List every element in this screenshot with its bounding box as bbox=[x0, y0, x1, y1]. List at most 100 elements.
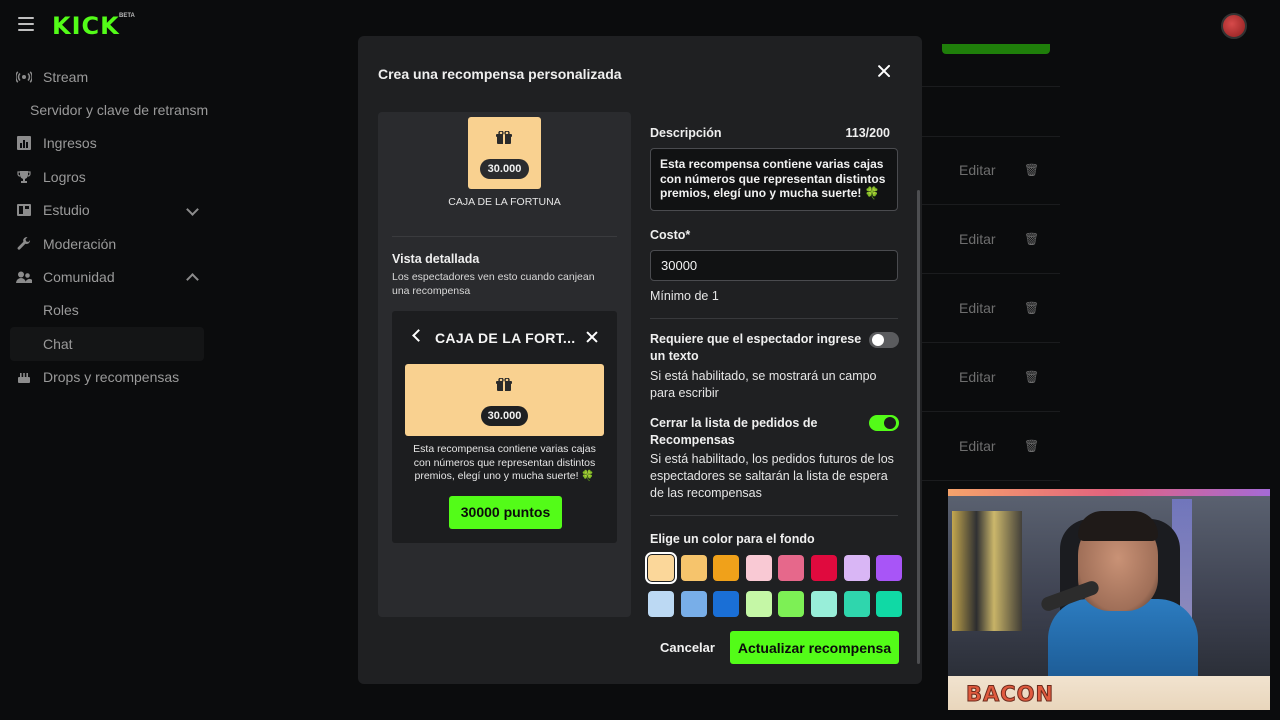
color-swatch[interactable] bbox=[745, 555, 772, 581]
color-swatch[interactable] bbox=[778, 555, 805, 581]
trash-icon[interactable]: 🗑 bbox=[1024, 370, 1039, 384]
require-text-toggle[interactable] bbox=[869, 332, 899, 348]
sidebar-item-chat[interactable]: Chat bbox=[10, 327, 204, 361]
color-swatch[interactable] bbox=[713, 555, 740, 581]
sidebar-item-ingresos[interactable]: Ingresos bbox=[0, 127, 215, 160]
reward-banner: 30.000 bbox=[405, 364, 604, 436]
chevron-left-icon bbox=[412, 329, 425, 342]
divider bbox=[920, 342, 1060, 343]
kick-logo[interactable]: KICK bbox=[52, 12, 120, 40]
reward-row: Editar 🗑 bbox=[920, 417, 1050, 477]
cost-badge: 30.000 bbox=[480, 159, 529, 179]
divider bbox=[920, 273, 1060, 274]
gift-box-icon bbox=[496, 377, 512, 396]
app-root: KICK BETA Stream Servidor y clave de ret… bbox=[0, 0, 1280, 720]
cancel-button[interactable]: Cancelar bbox=[653, 631, 722, 664]
edit-button[interactable]: Editar bbox=[959, 231, 996, 247]
redeem-points-button: 30000 puntos bbox=[449, 496, 562, 529]
detail-description: Esta recompensa contiene varias cajas co… bbox=[413, 443, 596, 482]
cake-icon bbox=[16, 369, 32, 385]
reward-row: Editar 🗑 bbox=[920, 210, 1050, 270]
color-swatch[interactable] bbox=[680, 591, 707, 617]
update-reward-button[interactable]: Actualizar recompensa bbox=[730, 631, 899, 664]
divider bbox=[920, 411, 1060, 412]
sidebar-item-label: Drops y recompensas bbox=[43, 369, 180, 386]
divider bbox=[650, 515, 898, 516]
broadcast-icon bbox=[16, 69, 32, 85]
trash-icon[interactable]: 🗑 bbox=[1024, 301, 1039, 315]
color-swatch[interactable] bbox=[645, 552, 677, 584]
color-swatch[interactable] bbox=[843, 591, 870, 617]
chevron-up-icon[interactable] bbox=[186, 273, 199, 287]
sidebar-item-moderacion[interactable]: Moderación bbox=[0, 227, 215, 260]
sidebar-item-drops[interactable]: Drops y recompensas bbox=[0, 361, 215, 394]
cost-label: Costo* bbox=[650, 228, 691, 242]
sidebar-item-roles[interactable]: Roles bbox=[0, 294, 215, 327]
trash-icon[interactable]: 🗑 bbox=[1024, 439, 1039, 453]
menu-icon[interactable] bbox=[18, 17, 34, 31]
require-text-hint: Si está habilitado, se mostrará un campo… bbox=[650, 369, 877, 400]
close-icon[interactable] bbox=[877, 64, 891, 78]
sidebar-item-logros[interactable]: Logros bbox=[0, 160, 215, 193]
reward-name-preview: CAJA DE LA FORTUNA bbox=[448, 196, 561, 208]
sidebar-item-server-key[interactable]: Servidor y clave de retransm bbox=[0, 93, 215, 126]
sidebar-item-comunidad[interactable]: Comunidad bbox=[0, 260, 215, 293]
scrollbar[interactable] bbox=[917, 190, 920, 664]
modal-title: Crea una recompensa personalizada bbox=[378, 66, 622, 82]
color-label: Elige un color para el fondo bbox=[650, 532, 815, 546]
skip-queue-label: Cerrar la lista de pedidos de Recompensa… bbox=[650, 416, 818, 447]
edit-button[interactable]: Editar bbox=[959, 369, 996, 385]
reward-preview-panel: 30.000 CAJA DE LA FORTUNA Vista detallad… bbox=[378, 112, 631, 617]
edit-button[interactable]: Editar bbox=[959, 300, 996, 316]
trophy-icon bbox=[16, 169, 32, 185]
trash-icon[interactable]: 🗑 bbox=[1024, 232, 1039, 246]
trash-icon[interactable]: 🗑 bbox=[1024, 163, 1039, 177]
sidebar-item-label: Moderación bbox=[43, 235, 117, 252]
description-char-counter: 113/200 bbox=[845, 126, 891, 140]
edit-button[interactable]: Editar bbox=[959, 162, 996, 178]
webcam-shirts bbox=[952, 511, 1022, 631]
edit-button[interactable]: Editar bbox=[959, 438, 996, 454]
sidebar-item-label: Estudio bbox=[43, 202, 90, 219]
color-swatch[interactable] bbox=[745, 591, 772, 617]
reward-row: Editar 🗑 bbox=[920, 348, 1050, 408]
color-swatch[interactable] bbox=[778, 591, 805, 617]
user-avatar[interactable] bbox=[1221, 13, 1247, 39]
color-swatch[interactable] bbox=[680, 555, 707, 581]
color-swatch[interactable] bbox=[713, 591, 740, 617]
background-primary-button[interactable] bbox=[942, 44, 1050, 54]
divider bbox=[920, 86, 1060, 87]
chevron-down-icon[interactable] bbox=[186, 202, 199, 216]
users-icon bbox=[16, 269, 32, 285]
streamer-name: BACON bbox=[965, 682, 1055, 707]
skip-queue-toggle[interactable] bbox=[869, 415, 899, 431]
color-swatch[interactable] bbox=[876, 591, 903, 617]
detailed-view-card: CAJA DE LA FORT... 30.000 Esta recompens… bbox=[392, 311, 617, 543]
cost-badge: 30.000 bbox=[481, 406, 528, 426]
sidebar-item-label: Comunidad bbox=[43, 269, 115, 286]
close-icon bbox=[586, 331, 598, 343]
webcam-person-shirt bbox=[1048, 599, 1198, 679]
webcam-overlay: BACON bbox=[948, 489, 1270, 710]
cost-input[interactable] bbox=[650, 250, 898, 281]
detailed-view-description: Los espectadores ven esto cuando canjean… bbox=[392, 271, 595, 297]
require-text-label: Requiere que el espectador ingrese un te… bbox=[650, 332, 862, 363]
divider bbox=[392, 236, 617, 237]
webcam-name-bar: BACON bbox=[948, 676, 1270, 710]
color-swatch[interactable] bbox=[810, 591, 837, 617]
sidebar-item-label: Servidor y clave de retransm bbox=[30, 102, 209, 119]
description-label: Descripción bbox=[650, 126, 722, 140]
color-swatch[interactable] bbox=[648, 591, 674, 617]
color-swatch[interactable] bbox=[810, 555, 837, 581]
description-field[interactable]: Esta recompensa contiene varias cajas co… bbox=[650, 148, 898, 211]
sidebar-item-estudio[interactable]: Estudio bbox=[0, 194, 215, 227]
skip-queue-hint: Si está habilitado, los pedidos futuros … bbox=[650, 452, 894, 500]
sidebar-item-label: Ingresos bbox=[43, 135, 97, 152]
webcam-frame-accent bbox=[948, 489, 1270, 496]
chart-icon bbox=[16, 135, 32, 151]
sidebar-item-label: Stream bbox=[43, 68, 89, 85]
color-swatch[interactable] bbox=[876, 555, 903, 581]
sidebar-item-stream[interactable]: Stream bbox=[0, 60, 215, 93]
divider bbox=[650, 318, 898, 319]
color-swatch[interactable] bbox=[843, 555, 870, 581]
